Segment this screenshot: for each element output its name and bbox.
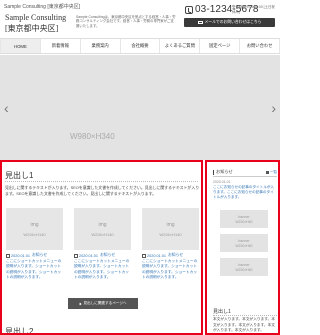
card-date: 2020.01.01 <box>147 253 167 258</box>
slider-prev-arrow-icon[interactable]: ‹ <box>4 100 9 116</box>
nav-item-services[interactable]: 業務案内 <box>81 39 121 53</box>
header-description: Sample Consultingは、東京都中央区を拠点とする経営・人事・労務コ… <box>76 15 176 28</box>
sidebar-heading-divider <box>213 315 277 316</box>
list-icon <box>265 170 269 174</box>
card-image-label: img <box>30 221 39 228</box>
sidebar-heading: 見出し1 <box>213 309 231 315</box>
banner-label: banner <box>238 262 250 267</box>
hero-slider: ‹ › W980×H340 <box>0 55 280 160</box>
main-paragraph: 見出しに関するテキストが入ります。SEOを意識した文書を作成してください。見出し… <box>5 185 200 196</box>
card-image-label: img <box>166 221 175 228</box>
hero-placeholder-label: W980×H340 <box>70 132 115 141</box>
sidebar-news-title-text: お知らせ <box>216 169 233 174</box>
mail-contact-button[interactable]: メールでのお問い合わせはこちら <box>184 18 275 27</box>
card-date: 2020.01.01 <box>11 253 31 258</box>
related-page-button[interactable]: 見出しに関連するページへ <box>68 298 138 309</box>
calendar-icon <box>74 253 78 258</box>
card-image-placeholder: img W226×H140 <box>142 208 199 250</box>
card-text-link[interactable]: ここにショートカットメニューの説明が入ります。ショートカットの説明が入ります。シ… <box>142 259 199 280</box>
card-image-label: img <box>98 221 107 228</box>
title-bar-icon <box>213 169 214 175</box>
card-image-placeholder: img W226×H140 <box>6 208 63 250</box>
logo-line-2: [東京都中央区] <box>5 24 59 33</box>
nav-item-fixed-page[interactable]: 固定ページ <box>200 39 241 53</box>
nav-item-news[interactable]: 新着情報 <box>41 39 81 53</box>
card-date: 2020.01.01 <box>79 253 99 258</box>
calendar-icon <box>142 253 146 258</box>
calendar-icon <box>6 253 10 258</box>
slider-next-arrow-icon[interactable]: › <box>271 100 276 116</box>
heading-divider <box>5 181 198 182</box>
card-meta: 2020.01.01 お知らせ <box>74 253 131 258</box>
business-hours: 受付時間 9:00-18:00 [土日祝休み] <box>232 5 275 14</box>
nav-item-company[interactable]: 会社概要 <box>121 39 161 53</box>
sidebar-paragraph: 本文が入ります。本文が入ります。本文が入ります。本文が入ります。本文が入ります。… <box>213 317 275 333</box>
card-image-size: W226×H140 <box>91 231 114 237</box>
news-list-label: 一覧 <box>269 169 277 174</box>
banner-size: W230×H60 <box>235 267 253 272</box>
phone-icon <box>185 5 193 14</box>
chevron-right-icon <box>79 302 82 305</box>
card-text-link[interactable]: ここにショートカットメニューの説明が入ります。ショートカットの説明が入ります。シ… <box>74 259 131 280</box>
banner-size: W230×H60 <box>235 219 253 224</box>
main-heading-2: 見出し2 <box>5 327 34 335</box>
news-title-link[interactable]: ここにお知らせの記事のタイトルが入ります。ここにお知らせの記事のタイトルが入りま… <box>213 185 277 201</box>
card-category[interactable]: お知らせ <box>168 253 183 258</box>
card-image-size: W226×H140 <box>23 231 46 237</box>
global-nav: HOME 新着情報 業務案内 会社概要 よくあるご質問 固定ページ お問い合わせ <box>0 38 281 54</box>
banner-label: banner <box>238 238 250 243</box>
news-date: 2020.01.01 <box>213 180 231 184</box>
sidebar: お知らせ 一覧 2020.01.01 ここにお知らせの記事のタイトルが入ります。… <box>205 160 280 335</box>
shortcut-card[interactable]: img W226×H140 2020.01.01 お知らせ ここにショートカット… <box>6 208 63 280</box>
related-page-label: 見出しに関連するページへ <box>83 301 127 305</box>
shortcut-card[interactable]: img W226×H140 2020.01.01 お知らせ ここにショートカット… <box>142 208 199 280</box>
card-category[interactable]: お知らせ <box>32 253 47 258</box>
mail-contact-label: メールでのお問い合わせはこちら <box>204 20 262 24</box>
sidebar-divider <box>213 176 277 177</box>
card-image-size: W226×H140 <box>159 231 182 237</box>
logo-line-1: Sample Consulting <box>5 13 67 22</box>
nav-item-contact[interactable]: お問い合わせ <box>240 39 281 53</box>
card-category[interactable]: お知らせ <box>100 253 115 258</box>
nav-item-faq[interactable]: よくあるご質問 <box>160 39 201 53</box>
sidebar-banner[interactable]: banner W230×H60 <box>220 210 268 228</box>
banner-label: banner <box>238 214 250 219</box>
sidebar-banner[interactable]: banner W230×H60 <box>220 258 268 276</box>
card-meta: 2020.01.01 お知らせ <box>6 253 63 258</box>
sidebar-news-header: お知らせ 一覧 <box>213 169 277 175</box>
card-image-placeholder: img W226×H140 <box>74 208 131 250</box>
sidebar-news-title: お知らせ <box>213 169 233 175</box>
main-content: 見出し1 見出しに関するテキストが入ります。SEOを意識した文書を作成してくださ… <box>0 160 203 335</box>
mail-icon <box>197 20 203 25</box>
sidebar-banner[interactable]: banner W230×H60 <box>220 234 268 252</box>
card-text-link[interactable]: ここにショートカットメニューの説明が入ります。ショートカットの説明が入ります。シ… <box>6 259 63 280</box>
main-heading-1: 見出し1 <box>5 171 34 180</box>
shortcut-card[interactable]: img W226×H140 2020.01.01 お知らせ ここにショートカット… <box>74 208 131 280</box>
card-meta: 2020.01.01 お知らせ <box>142 253 199 258</box>
nav-item-home[interactable]: HOME <box>0 39 41 53</box>
news-list-link[interactable]: 一覧 <box>265 169 277 175</box>
site-logo[interactable]: Sample Consulting [東京都中央区] <box>5 14 66 33</box>
banner-size: W230×H60 <box>235 243 253 248</box>
